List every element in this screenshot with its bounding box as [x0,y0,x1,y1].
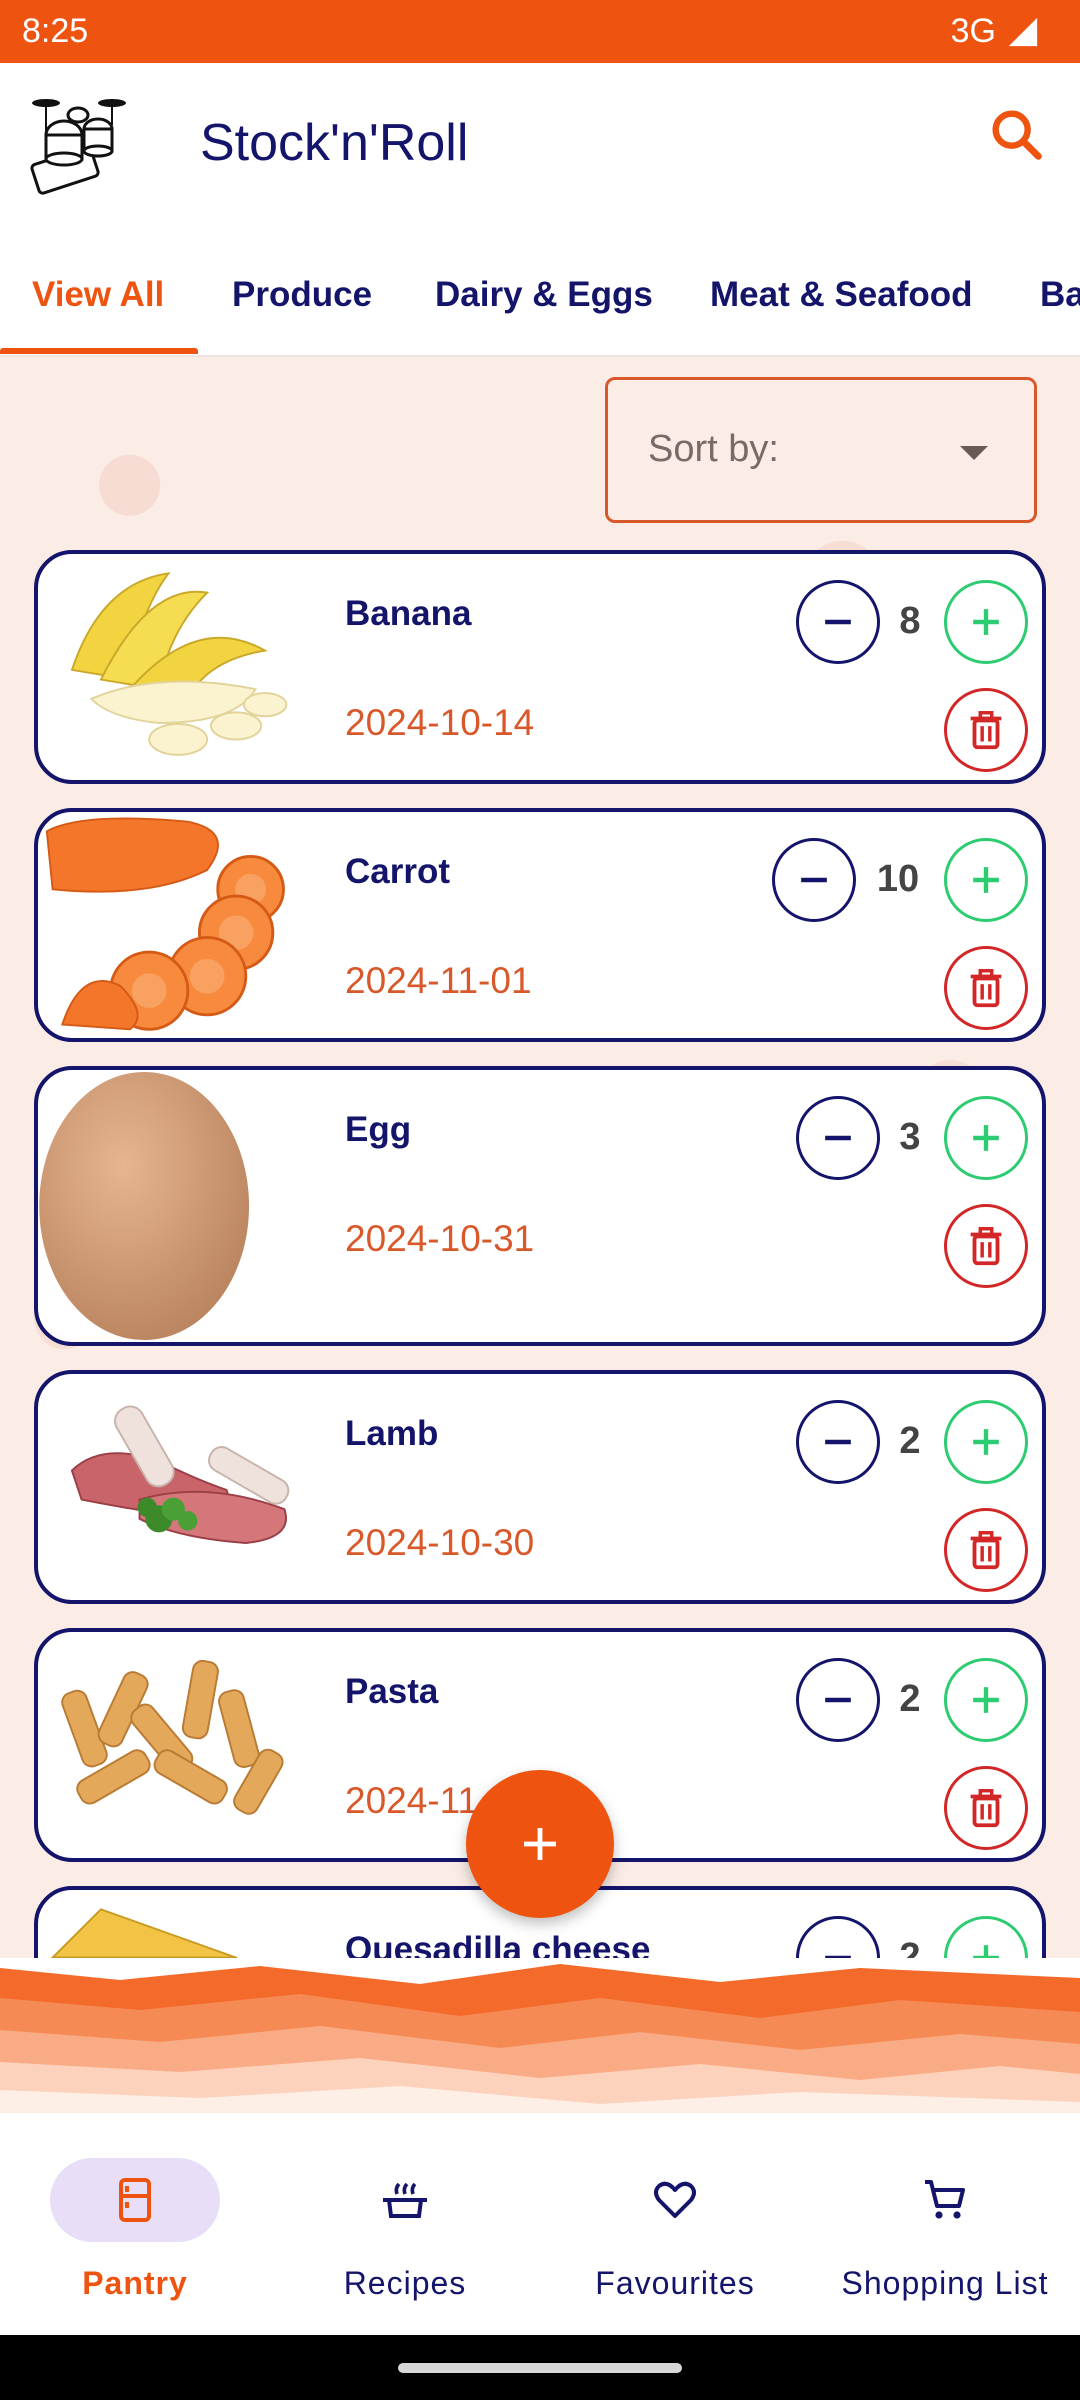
system-gesture-bar [0,2335,1080,2400]
item-expiry-date: 2024-11 [345,1780,479,1821]
increase-button[interactable] [944,1400,1028,1484]
minus-icon [825,1439,851,1445]
item-quantity: 2 [899,1420,921,1462]
app-bar: Stock'n'Roll [0,63,1080,233]
decrease-button[interactable] [796,580,880,664]
item-quantity: 3 [899,1116,921,1158]
dropdown-caret-icon [960,446,988,460]
plus-icon [973,1945,999,1960]
item-quantity: 8 [899,600,921,642]
minus-icon [801,877,827,883]
increase-button[interactable] [944,838,1028,922]
category-tabs: View All Produce Dairy & Eggs Meat & Sea… [0,233,1080,357]
plus-icon [973,609,999,635]
tab-indicator [0,348,198,354]
carrot-image [45,817,285,1031]
add-item-button[interactable] [466,1770,614,1918]
item-name: Egg [345,1110,412,1149]
trash-icon [970,969,1002,1008]
increase-button[interactable] [944,1658,1028,1742]
minus-icon [825,1135,851,1141]
banana-image [70,572,288,756]
item-name: Pasta [345,1672,439,1711]
nav-recipes[interactable]: Recipes [270,2113,540,2335]
status-bar: 8:25 3G [0,0,1080,63]
nav-pantry[interactable]: Pantry [0,2113,270,2335]
item-name: Lamb [345,1414,439,1453]
decrease-button[interactable] [796,1658,880,1742]
delete-button[interactable] [944,1204,1028,1288]
egg-image [39,1071,250,1341]
trash-icon [970,1227,1002,1266]
tab-view-all[interactable]: View All [32,233,164,355]
app-title: Stock'n'Roll [200,114,469,172]
item-expiry-date: 2024-11-01 [345,960,532,1001]
status-time: 8:25 [22,12,89,50]
delete-button[interactable] [944,1508,1028,1592]
drum-kit-logo [30,99,126,195]
nav-label: Pantry [82,2265,188,2301]
delete-button[interactable] [944,1766,1028,1850]
decrease-button[interactable] [796,1096,880,1180]
item-name: Carrot [345,852,451,891]
status-indicators: 3G [951,12,1040,51]
plus-icon [973,1429,999,1455]
nav-label: Favourites [595,2265,755,2301]
delete-button[interactable] [944,688,1028,772]
item-quantity: 10 [876,858,920,900]
cooking-pot-icon [383,2182,427,2218]
tab-meat-seafood[interactable]: Meat & Seafood [710,233,973,355]
tab-produce[interactable]: Produce [232,233,372,355]
heart-icon [654,2181,696,2218]
plus-icon [973,1125,999,1151]
fridge-icon [119,2178,151,2222]
plus-icon [973,1687,999,1713]
minus-icon [825,1955,851,1960]
pantry-item[interactable]: Lamb 2024-10-30 2 [34,1370,1046,1604]
trash-icon [970,711,1002,750]
home-gesture-handle[interactable] [398,2363,682,2373]
item-expiry-date: 2024-10-14 [345,702,535,743]
cheese-image [50,1908,238,1960]
signal-icon [1008,17,1038,46]
increase-button[interactable] [944,1916,1028,1960]
trash-icon [970,1531,1002,1570]
decrease-button[interactable] [796,1400,880,1484]
decorative-waves [0,1958,1080,2113]
plus-icon [973,867,999,893]
nav-label: Shopping List [841,2265,1049,2301]
lamb-image [70,1405,290,1544]
nav-label: Recipes [343,2265,467,2301]
delete-button[interactable] [944,946,1028,1030]
item-name: Banana [345,594,472,633]
item-name: Quesadilla cheese [345,1930,651,1960]
sort-dropdown[interactable]: Sort by: [605,377,1037,523]
item-expiry-date: 2024-10-30 [345,1522,535,1563]
tab-bakery[interactable]: Ba [1040,233,1080,355]
trash-icon [970,1789,1002,1828]
minus-icon [825,1697,851,1703]
nav-shopping-list[interactable]: Shopping List [810,2113,1080,2335]
item-quantity: 2 [899,1678,921,1720]
tab-dairy-eggs[interactable]: Dairy & Eggs [435,233,653,355]
item-quantity: 2 [899,1936,921,1960]
increase-button[interactable] [944,1096,1028,1180]
network-type: 3G [950,12,996,50]
plus-icon [524,1828,556,1860]
pantry-item[interactable]: Carrot 2024-11-01 10 [34,808,1046,1042]
increase-button[interactable] [944,580,1028,664]
minus-icon [825,619,851,625]
search-icon[interactable] [985,103,1049,167]
nav-favourites[interactable]: Favourites [540,2113,810,2335]
pantry-item[interactable]: Egg 2024-10-31 3 [34,1066,1046,1346]
sort-label: Sort by: [648,428,779,470]
cart-icon [925,2180,965,2219]
bottom-navigation: Pantry Recipes Favourites Shopping List [0,2113,1080,2335]
decrease-button[interactable] [796,1916,880,1960]
pantry-list[interactable]: Sort by: Banana 2024-10-14 8 Carrot 2024… [0,357,1080,1960]
pantry-item[interactable]: Banana 2024-10-14 8 [34,550,1046,784]
decrease-button[interactable] [772,838,856,922]
item-expiry-date: 2024-10-31 [345,1218,535,1259]
pasta-image [61,1659,284,1815]
